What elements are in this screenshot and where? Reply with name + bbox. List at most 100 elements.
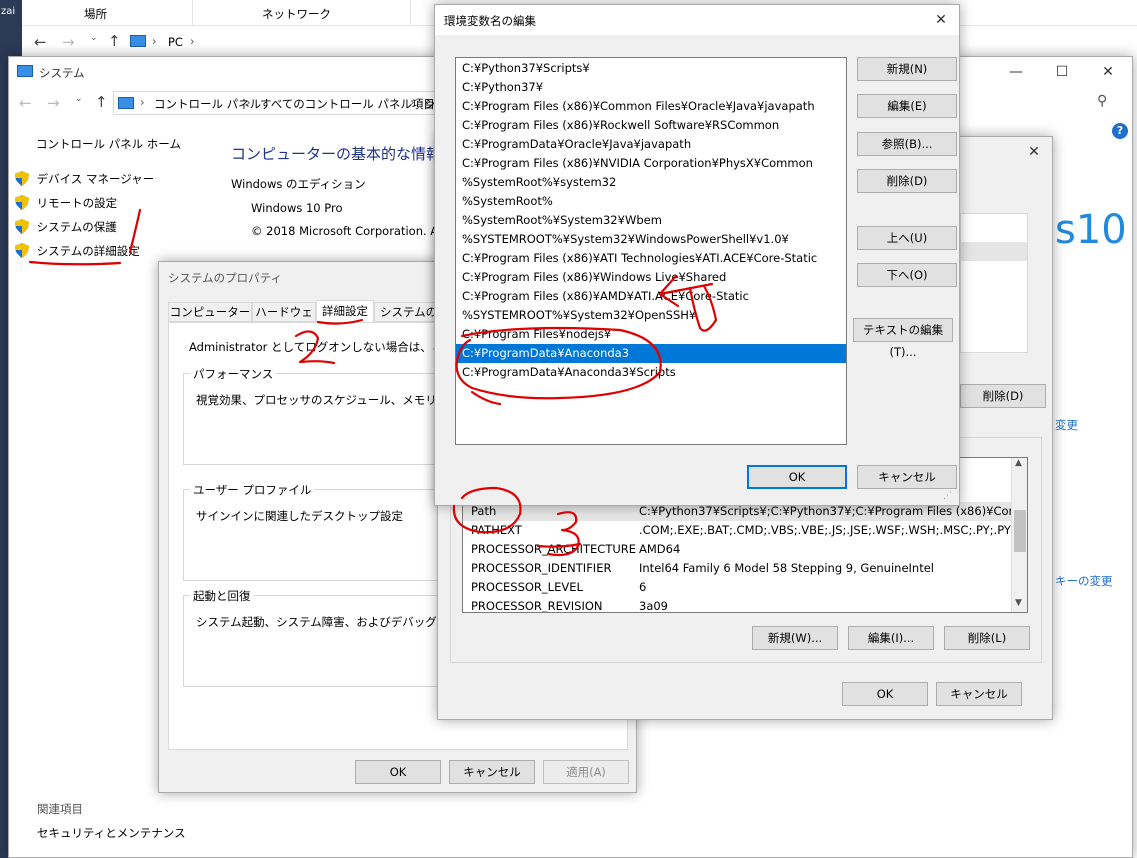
column-places[interactable]: 場所 — [84, 6, 107, 22]
ok-button[interactable]: OK — [747, 465, 847, 489]
sidebar-item-device-manager[interactable]: デバイス マネージャー — [15, 171, 154, 190]
tab-advanced[interactable]: 詳細設定 — [316, 300, 374, 323]
system-edit-button[interactable]: 編集(I)... — [848, 626, 934, 650]
breadcrumb-separator: › — [190, 34, 195, 48]
resize-grip-icon[interactable]: ⋰ — [943, 491, 952, 501]
security-maintenance-link[interactable]: セキュリティとメンテナンス — [37, 825, 186, 841]
ok-button[interactable]: OK — [842, 682, 928, 706]
sidebar-item-advanced-settings[interactable]: システムの詳細設定 — [15, 243, 140, 262]
path-list-item[interactable]: C:¥Python37¥Scripts¥ — [456, 59, 846, 78]
system-var-row[interactable]: PROCESSOR_IDENTIFIER Intel64 Family 6 Mod… — [463, 559, 1011, 578]
forward-arrow-icon[interactable]: → — [62, 33, 75, 51]
scroll-down-icon[interactable]: ▼ — [1015, 598, 1022, 608]
back-arrow-icon[interactable]: ← — [19, 94, 32, 112]
sidebar-item-label: システムの保護 — [36, 220, 117, 234]
path-list-item[interactable]: %SYSTEMROOT%¥System32¥OpenSSH¥ — [456, 306, 846, 325]
close-icon[interactable]: ✕ — [925, 5, 957, 35]
path-list-item[interactable]: C:¥Program Files (x86)¥ATI Technologies¥… — [456, 249, 846, 268]
path-list-item[interactable]: C:¥ProgramData¥Anaconda3 — [456, 344, 846, 363]
path-list-item[interactable]: %SystemRoot%¥System32¥Wbem — [456, 211, 846, 230]
new-button[interactable]: 新規(N) — [857, 57, 957, 81]
path-list-item[interactable]: C:¥Program Files (x86)¥NVIDIA Corporatio… — [456, 154, 846, 173]
apply-button[interactable]: 適用(A) — [543, 760, 629, 784]
path-list-item[interactable]: C:¥Program Files (x86)¥Common Files¥Orac… — [456, 97, 846, 116]
delete-button[interactable]: 削除(D) — [857, 169, 957, 193]
user-vars-list[interactable] — [960, 213, 1028, 353]
chevron-down-icon[interactable]: ⌄ — [90, 33, 98, 43]
system-var-row[interactable]: PATHEXT .COM;.EXE;.BAT;.CMD;.VBS;.VBE;.JS… — [463, 521, 1011, 540]
move-up-button[interactable]: 上へ(U) — [857, 226, 957, 250]
change-key-link[interactable]: キーの変更 — [1055, 573, 1113, 589]
system-var-row[interactable]: PROCESSOR_ARCHITECTURE AMD64 — [463, 540, 1011, 559]
browse-button[interactable]: 参照(B)... — [857, 132, 957, 156]
system-var-row[interactable]: PROCESSOR_REVISION 3a09 — [463, 597, 1011, 613]
close-icon[interactable]: ✕ — [1085, 57, 1131, 87]
path-list-item[interactable]: C:¥ProgramData¥Anaconda3¥Scripts — [456, 363, 846, 382]
forward-arrow-icon[interactable]: → — [47, 94, 60, 112]
var-name: PROCESSOR_IDENTIFIER — [471, 561, 612, 575]
path-list-item[interactable]: C:¥Program Files (x86)¥AMD¥ATI.ACE¥Core-… — [456, 287, 846, 306]
tab-label: 詳細設定 — [322, 304, 368, 318]
minimize-icon[interactable]: — — [993, 57, 1039, 87]
address-pc[interactable]: PC — [168, 35, 183, 49]
tab-computer-name[interactable]: コンピューター名 — [168, 302, 252, 337]
shield-icon — [15, 171, 29, 186]
cancel-button[interactable]: キャンセル — [449, 760, 535, 784]
cancel-button[interactable]: キャンセル — [936, 682, 1022, 706]
system-var-row[interactable]: PROCESSOR_LEVEL 6 — [463, 578, 1011, 597]
var-value: 6 — [639, 580, 647, 594]
path-list[interactable]: C:¥Python37¥Scripts¥ C:¥Python37¥ C:¥Progr… — [455, 57, 847, 445]
ok-button[interactable]: OK — [355, 760, 441, 784]
page-title: コンピューターの基本的な情報の表 — [231, 145, 437, 163]
back-arrow-icon[interactable]: ← — [34, 33, 47, 51]
related-heading: 関連項目 — [37, 802, 83, 816]
sidebar-item-label: リモートの設定 — [36, 196, 118, 210]
var-value: AMD64 — [639, 542, 681, 556]
chevron-down-icon[interactable]: ⌄ — [75, 94, 83, 104]
path-list-item[interactable]: %SystemRoot%¥system32 — [456, 173, 846, 192]
search-icon[interactable]: ⚲ — [1097, 93, 1107, 109]
dialog-title: 環境変数名の編集 — [444, 14, 536, 28]
shield-icon — [15, 195, 29, 210]
scroll-up-icon[interactable]: ▲ — [1015, 458, 1022, 468]
path-list-item[interactable]: C:¥Program Files (x86)¥Rockwell Software… — [456, 116, 846, 135]
scrollbar-thumb[interactable] — [1014, 510, 1026, 552]
help-icon[interactable]: ? — [1112, 123, 1128, 139]
maximize-icon[interactable]: ☐ — [1039, 57, 1085, 87]
close-icon[interactable]: ✕ — [1016, 137, 1052, 167]
path-list-item[interactable]: C:¥Program Files¥nodejs¥ — [456, 325, 846, 344]
sidebar-item-system-protection[interactable]: システムの保護 — [15, 219, 117, 238]
breadcrumb-separator: › — [410, 95, 415, 109]
group-description: システム起動、システム障害、およびデバッグ情報 — [196, 615, 460, 629]
path-list-item[interactable]: %SystemRoot% — [456, 192, 846, 211]
breadcrumb-all-items[interactable]: すべてのコントロール パネル項目 — [260, 96, 435, 112]
move-down-button[interactable]: 下へ(O) — [857, 263, 957, 287]
system-delete-button[interactable]: 削除(L) — [944, 626, 1030, 650]
var-name: PROCESSOR_REVISION — [471, 599, 603, 613]
up-arrow-icon[interactable]: ↑ — [108, 32, 121, 50]
sidebar-item-remote-settings[interactable]: リモートの設定 — [15, 195, 117, 214]
path-list-item[interactable]: C:¥Program Files (x86)¥Windows Live¥Shar… — [456, 268, 846, 287]
path-list-item[interactable]: C:¥Python37¥ — [456, 78, 846, 97]
path-list-item[interactable]: C:¥ProgramData¥Oracle¥Java¥javapath — [456, 135, 846, 154]
change-settings-link[interactable]: 変更 — [1055, 417, 1078, 433]
user-delete-button[interactable]: 削除(D) — [960, 384, 1046, 408]
var-name: PROCESSOR_ARCHITECTURE — [471, 542, 637, 556]
desktop-label: zai — [1, 6, 16, 17]
system-new-button[interactable]: 新規(W)... — [752, 626, 838, 650]
edit-text-button[interactable]: テキストの編集(T)... — [853, 318, 953, 359]
column-network[interactable]: ネットワーク — [262, 6, 331, 22]
tab-hardware[interactable]: ハードウェア — [252, 302, 316, 337]
address-bar[interactable]: › コントロール パネル › すべてのコントロール パネル項目 › シ — [113, 91, 443, 115]
user-var-row-highlight[interactable] — [961, 242, 1027, 261]
vertical-scrollbar[interactable]: ▲ ▼ — [1011, 458, 1027, 612]
path-list-item[interactable]: %SYSTEMROOT%¥System32¥WindowsPowerShell¥… — [456, 230, 846, 249]
group-legend: パフォーマンス — [190, 366, 277, 382]
edit-button[interactable]: 編集(E) — [857, 94, 957, 118]
cancel-button[interactable]: キャンセル — [857, 465, 957, 489]
control-panel-home-link[interactable]: コントロール パネル ホーム — [36, 136, 181, 152]
up-arrow-icon[interactable]: ↑ — [95, 93, 108, 111]
sidebar-item-label: デバイス マネージャー — [36, 172, 155, 186]
group-legend: 起動と回復 — [190, 588, 254, 604]
var-value: Intel64 Family 6 Model 58 Stepping 9, Ge… — [639, 561, 934, 575]
